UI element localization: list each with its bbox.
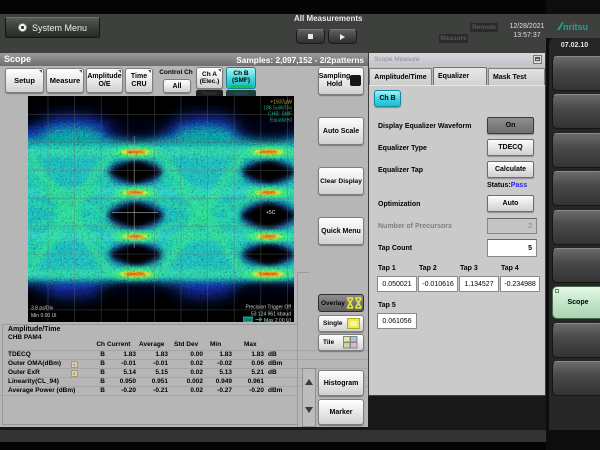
svg-text:GND: GND — [244, 317, 253, 322]
svg-text:nritsu: nritsu — [563, 22, 588, 32]
svg-text:Precision Trigger Off: Precision Trigger Off — [246, 305, 292, 311]
svg-text:53 124 961 kbaud: 53 124 961 kbaud — [251, 312, 291, 318]
svg-text:+5C: +5C — [266, 210, 276, 216]
svg-text:Max 2.00 UI: Max 2.00 UI — [264, 318, 291, 322]
svg-text:Equalized: Equalized — [270, 118, 292, 124]
svg-text:Min 0.00 UI: Min 0.00 UI — [31, 313, 57, 319]
svg-text:3.8 ps/Div: 3.8 ps/Div — [31, 306, 54, 312]
